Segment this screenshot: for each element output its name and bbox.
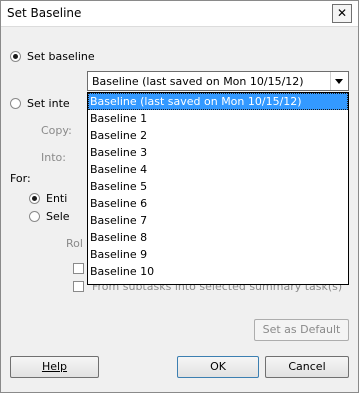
baseline-select-value: Baseline (last saved on Mon 10/15/12) xyxy=(92,75,304,88)
help-button[interactable]: Help xyxy=(10,356,99,378)
entire-project-label: Enti xyxy=(46,192,68,205)
close-icon: ✕ xyxy=(336,6,348,20)
dropdown-option[interactable]: Baseline 7 xyxy=(88,212,348,229)
dropdown-option[interactable]: Baseline 3 xyxy=(88,144,348,161)
dropdown-option[interactable]: Baseline 9 xyxy=(88,246,348,263)
baseline-dropdown-list[interactable]: Baseline (last saved on Mon 10/15/12) Ba… xyxy=(87,92,349,285)
ok-button[interactable]: OK xyxy=(177,356,259,378)
set-baseline-dialog: Set Baseline ✕ Set baseline Baseline (la… xyxy=(0,0,359,393)
dropdown-option[interactable]: Baseline 1 xyxy=(88,110,348,127)
for-label: For: xyxy=(10,172,31,185)
dropdown-option[interactable]: Baseline (last saved on Mon 10/15/12) xyxy=(88,93,348,110)
set-interim-plan-radio-row[interactable]: Set inte xyxy=(10,97,70,110)
set-baseline-radio[interactable] xyxy=(10,51,21,62)
close-button[interactable]: ✕ xyxy=(332,4,352,23)
dropdown-option[interactable]: Baseline 6 xyxy=(88,195,348,212)
baseline-select[interactable]: Baseline (last saved on Mon 10/15/12) xyxy=(87,71,349,91)
dropdown-option[interactable]: Baseline 8 xyxy=(88,229,348,246)
entire-project-radio-row[interactable]: Enti xyxy=(29,192,67,205)
cancel-button[interactable]: Cancel xyxy=(265,356,349,378)
dropdown-option[interactable]: Baseline 2 xyxy=(88,127,348,144)
entire-project-radio[interactable] xyxy=(29,193,40,204)
roll-up-baselines-label: Rol xyxy=(66,237,83,250)
copy-label: Copy: xyxy=(41,124,72,137)
help-button-label: Help xyxy=(41,360,68,373)
to-summary-tasks-checkbox[interactable] xyxy=(73,263,84,274)
set-as-default-button[interactable]: Set as Default xyxy=(254,319,349,341)
set-baseline-radio-row[interactable]: Set baseline xyxy=(10,50,95,63)
selected-tasks-radio-row[interactable]: Sele xyxy=(29,210,70,223)
set-interim-plan-label: Set inte xyxy=(27,97,70,110)
set-interim-plan-radio[interactable] xyxy=(10,98,21,109)
from-subtasks-checkbox[interactable] xyxy=(73,281,84,292)
into-label: Into: xyxy=(41,151,66,164)
selected-tasks-label: Sele xyxy=(46,210,70,223)
selected-tasks-radio[interactable] xyxy=(29,211,40,222)
dropdown-option[interactable]: Baseline 10 xyxy=(88,263,348,280)
set-baseline-label: Set baseline xyxy=(27,50,95,63)
dropdown-option[interactable]: Baseline 5 xyxy=(88,178,348,195)
dialog-title: Set Baseline xyxy=(7,6,82,20)
title-bar: Set Baseline ✕ xyxy=(1,1,358,27)
dropdown-option[interactable]: Baseline 4 xyxy=(88,161,348,178)
chevron-down-icon[interactable] xyxy=(330,72,348,90)
